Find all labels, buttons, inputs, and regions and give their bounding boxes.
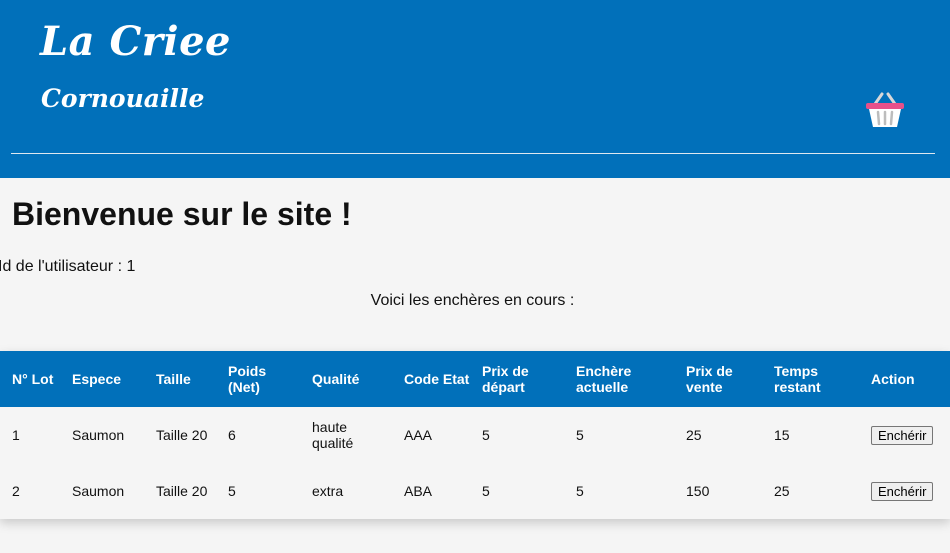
cell-qualite: haute qualité (312, 419, 354, 451)
cell-temps-restant: 15 (774, 427, 790, 443)
col-header-poids: Poids (Net) (228, 363, 267, 395)
cell-code-etat: AAA (404, 427, 433, 443)
col-header-espece: Espece (72, 371, 122, 387)
auctions-intro: Voici les enchères en cours : (370, 292, 575, 309)
col-header-action: Action (871, 371, 915, 387)
cell-enchere-actuelle: 5 (576, 427, 584, 443)
cell-espece: Saumon (72, 427, 125, 443)
cell-qualite: extra (312, 483, 344, 499)
col-header-prix-depart: Prix de départ (482, 363, 529, 395)
col-header-qualite: Qualité (312, 371, 360, 387)
cell-prix-depart: 5 (482, 427, 490, 443)
table-header-row: N° Lot Espece Taille Poids (Net) Qualité… (0, 351, 950, 407)
cell-code-etat: ABA (404, 483, 433, 499)
bid-button[interactable]: Enchérir (871, 425, 934, 445)
cell-espece: Saumon (72, 483, 125, 499)
auctions-table: N° Lot Espece Taille Poids (Net) Qualité… (0, 351, 950, 519)
col-header-taille: Taille (156, 371, 191, 387)
cell-action: Enchérir (859, 463, 950, 519)
cell-taille: Taille 20 (156, 483, 208, 499)
table-row: 1 Saumon Taille 20 6 haute qualité AAA 5… (0, 407, 950, 463)
bid-button[interactable]: Enchérir (871, 481, 934, 501)
cell-prix-depart: 5 (482, 483, 490, 499)
cell-temps-restant: 25 (774, 483, 790, 499)
site-title[interactable]: La Criee (40, 18, 231, 65)
user-id-label: Id de l'utilisateur : 1 (0, 258, 136, 275)
col-header-enchere-actuelle: Enchère actuelle (576, 363, 632, 395)
col-header-temps-restant: Temps restant (774, 363, 821, 395)
shopping-basket-icon[interactable] (862, 92, 908, 132)
col-header-lot: N° Lot (12, 371, 54, 387)
cell-prix-vente: 150 (686, 483, 710, 499)
cell-taille: Taille 20 (156, 427, 208, 443)
cell-poids: 6 (228, 427, 236, 443)
header-divider (11, 153, 935, 154)
page-title: Bienvenue sur le site ! (12, 196, 352, 232)
auctions-table-container: N° Lot Espece Taille Poids (Net) Qualité… (0, 351, 950, 519)
cell-prix-vente: 25 (686, 427, 702, 443)
col-header-code-etat: Code Etat (404, 371, 470, 387)
site-header: La Criee Cornouaille (0, 0, 950, 178)
site-subtitle: Cornouaille (41, 84, 205, 113)
cell-enchere-actuelle: 5 (576, 483, 584, 499)
cell-action: Enchérir (859, 407, 950, 463)
table-row: 2 Saumon Taille 20 5 extra ABA 5 5 150 2… (0, 463, 950, 519)
cell-poids: 5 (228, 483, 236, 499)
cell-lot: 2 (12, 483, 20, 499)
col-header-prix-vente: Prix de vente (686, 363, 733, 395)
cell-lot: 1 (12, 427, 20, 443)
